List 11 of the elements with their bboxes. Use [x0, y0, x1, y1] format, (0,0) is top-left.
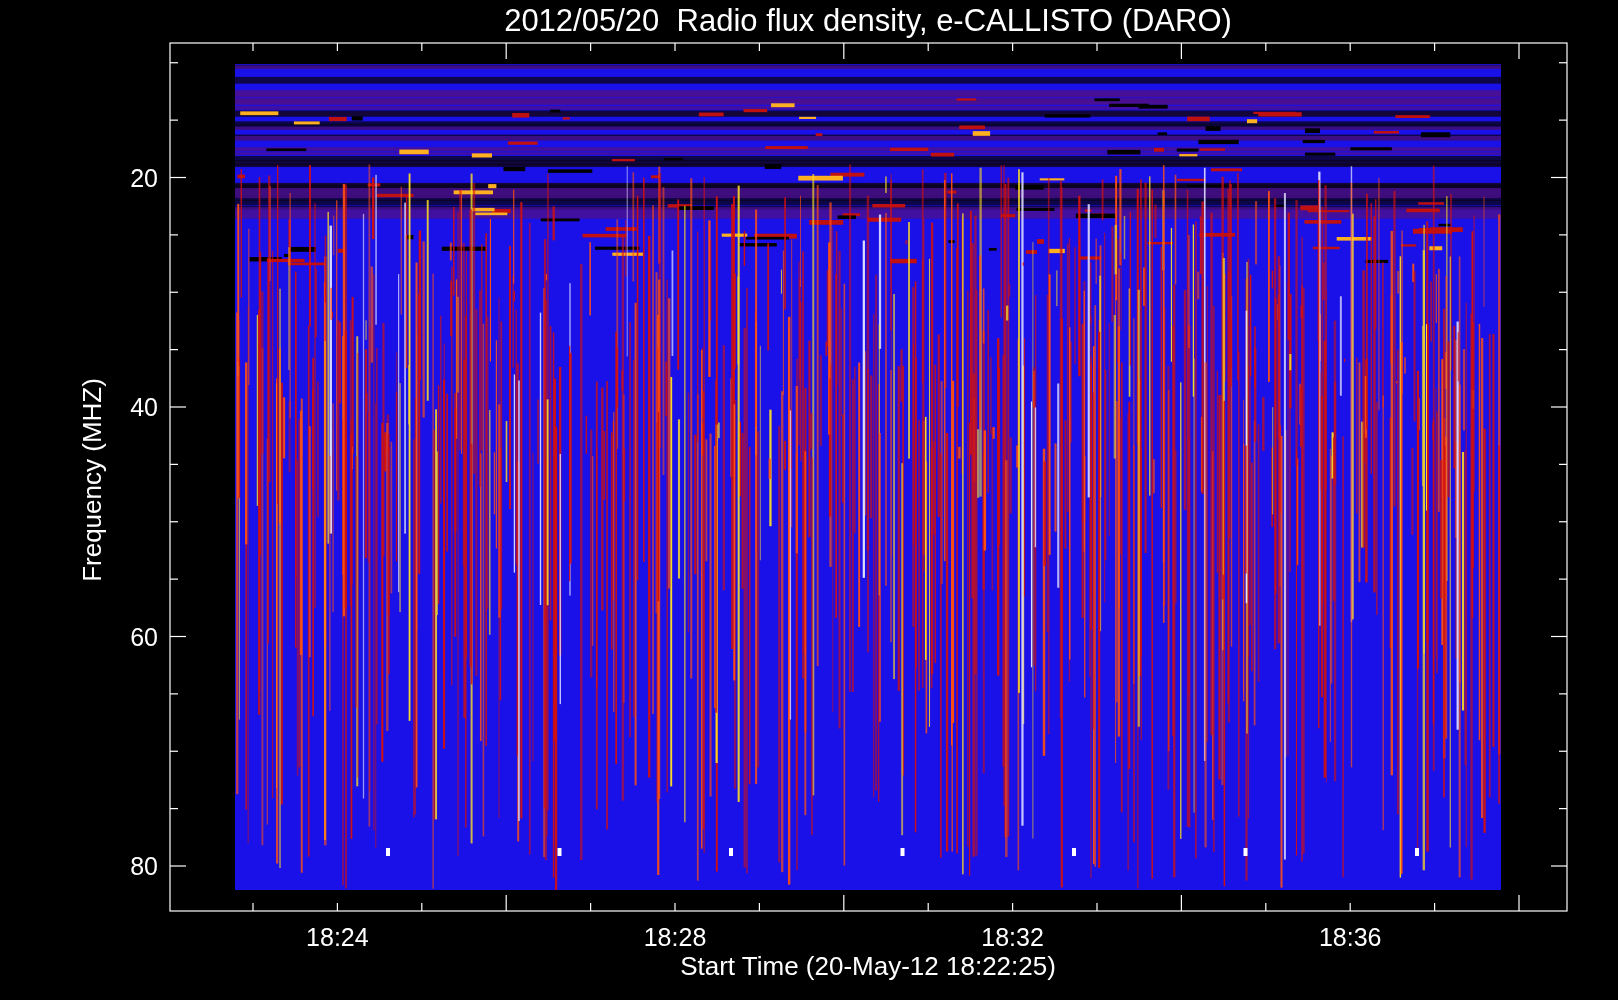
y-axis-label: Frequency (MHZ) — [77, 378, 107, 582]
x-tick-label: 18:36 — [1318, 923, 1382, 951]
y-tick-label: 40 — [130, 393, 158, 421]
y-tick-label: 20 — [130, 163, 158, 192]
y-tick-label: 60 — [130, 622, 158, 651]
x-tick-label: 18:24 — [306, 923, 369, 951]
x-axis-label: Start Time (20-May-12 18:22:25) — [680, 951, 1056, 981]
chart-title: 2012/05/20 Radio flux density, e-CALLISTO (DARO) — [504, 3, 1232, 38]
x-tick-label: 18:28 — [643, 923, 707, 951]
y-tick-label: 80 — [130, 852, 158, 880]
x-tick-label: 18:32 — [981, 923, 1044, 951]
